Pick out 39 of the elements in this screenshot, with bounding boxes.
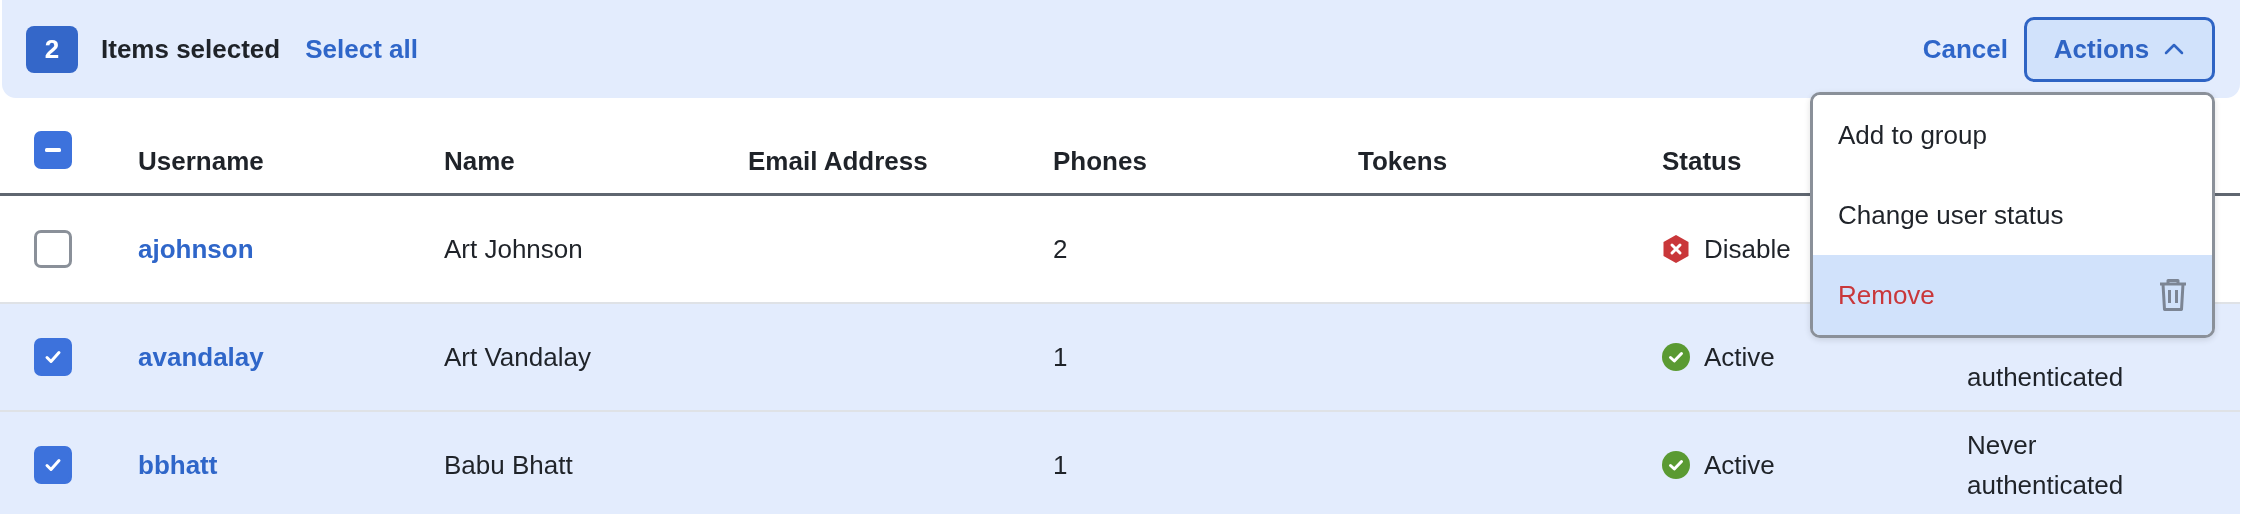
status-text: Active xyxy=(1704,341,1775,373)
status-text: Active xyxy=(1704,449,1775,481)
select-all-link[interactable]: Select all xyxy=(305,29,418,69)
table-cell-text: Art Johnson xyxy=(444,233,584,265)
column-header: Tokens xyxy=(1358,146,1449,177)
check-circle-icon xyxy=(1662,343,1690,371)
username-link[interactable]: avandalay xyxy=(138,341,264,373)
checkbox[interactable] xyxy=(34,338,72,376)
minus-icon xyxy=(45,148,61,152)
column-header: Status xyxy=(1662,146,1743,177)
table-cell-text: Art Vandalay xyxy=(444,341,592,373)
checkbox[interactable] xyxy=(34,446,72,484)
column-header: Email Address xyxy=(748,146,929,177)
count-badge: 2 xyxy=(26,25,78,73)
check-circle-icon xyxy=(1662,451,1690,479)
username-link[interactable]: bbhatt xyxy=(138,449,218,481)
actions-button[interactable]: Actions xyxy=(2024,16,2215,82)
error-icon xyxy=(1662,234,1690,264)
table-cell: authenticated xyxy=(1967,362,2124,392)
menu-item[interactable]: Remove xyxy=(1813,255,2212,335)
table-row[interactable]: bbhatt Babu Bhatt 1 Active Never authenticated xyxy=(0,412,2240,514)
column-header: Phones xyxy=(1053,146,1148,177)
table-cell-text: 1 xyxy=(1053,449,1069,481)
table-row[interactable]: avandalay Art Vandalay 1 Active authenticated xyxy=(0,304,2240,412)
column-header: Username xyxy=(138,146,265,177)
table-cell-text: 1 xyxy=(1053,341,1069,373)
checkbox[interactable] xyxy=(34,230,72,268)
checkbox[interactable] xyxy=(34,131,72,169)
selection-label: Items selected xyxy=(101,33,281,65)
username-link[interactable]: ajohnson xyxy=(138,233,254,265)
status-text: Disable xyxy=(1704,233,1791,265)
trash-icon xyxy=(2158,278,2188,312)
menu-item[interactable]: Change user status xyxy=(1813,175,2212,255)
column-header: Name xyxy=(444,146,516,177)
menu-item[interactable]: Add to group xyxy=(1813,95,2212,175)
table-cell-text: Babu Bhatt xyxy=(444,449,574,481)
cancel-link[interactable]: Cancel xyxy=(1922,29,2008,69)
table-cell-text: 2 xyxy=(1053,233,1069,265)
table-cell: Never authenticated xyxy=(1967,430,2124,500)
